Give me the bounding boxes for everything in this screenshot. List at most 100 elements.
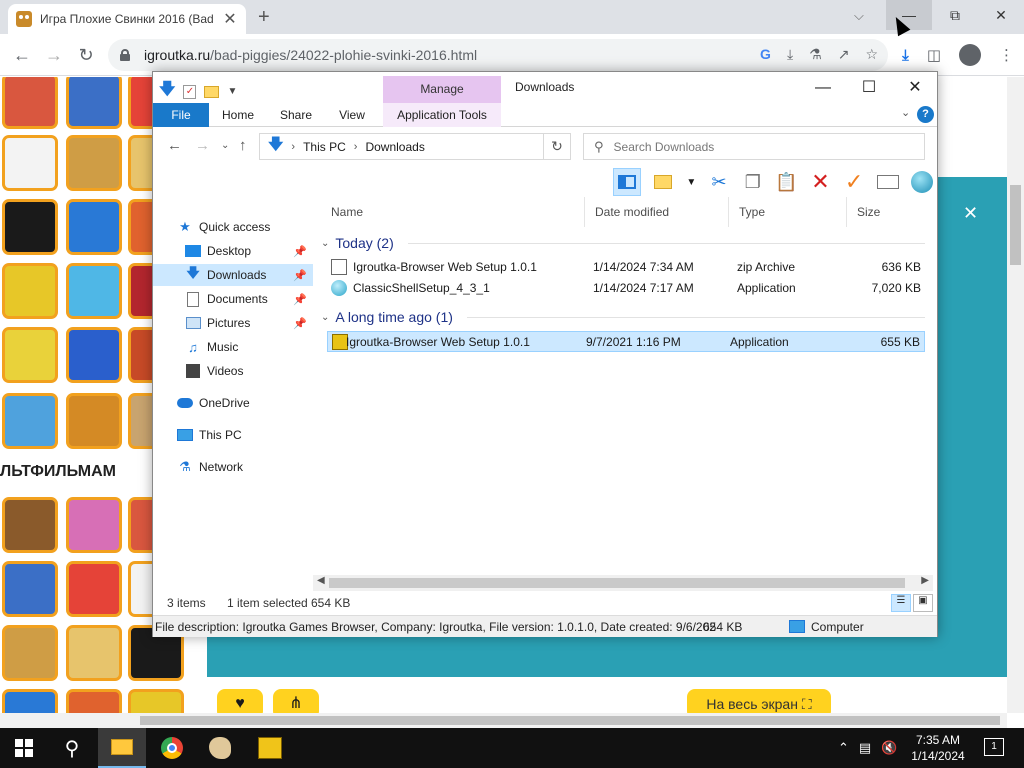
like-button[interactable]: ♥ [217,689,263,713]
rename-button[interactable] [876,171,899,193]
game-thumbnail[interactable] [2,199,58,255]
browser-tab[interactable]: Игра Плохие Свинки 2016 (Bad ✕ [8,4,246,34]
search-input[interactable]: ⚲ Search Downloads [583,133,925,160]
game-thumbnail[interactable] [2,393,58,449]
sidebar-item-onedrive[interactable]: OneDrive [153,392,313,414]
game-thumbnail[interactable] [2,263,58,319]
new-folder-icon[interactable] [204,85,220,98]
breadcrumb-this-pc[interactable]: This PC [303,140,346,154]
chevron-down-icon[interactable]: ⌄ [321,238,329,249]
back-arrow-icon[interactable]: ← [10,43,34,67]
translate-icon[interactable]: ⚗ [809,46,822,63]
help-icon[interactable]: ? [917,106,934,123]
browser-close-button[interactable]: ✕ [978,0,1024,30]
up-arrow-icon[interactable]: ↑ [239,137,247,154]
close-game-icon[interactable]: ✕ [963,203,978,224]
browser-restore-button[interactable]: ⧉ [932,0,978,30]
back-arrow-icon[interactable]: ← [167,137,182,154]
sidebar-item-this-pc[interactable]: This PC [153,424,313,446]
tab-file[interactable]: File [153,103,209,127]
chevron-down-icon[interactable]: ⌄ [321,312,329,323]
paste-icon[interactable]: 📋 [775,171,797,193]
tab-view[interactable]: View [329,103,375,127]
cut-icon[interactable]: ✂ [708,171,730,193]
bookmark-star-icon[interactable]: ☆ [865,46,878,63]
game-thumbnail[interactable] [66,393,122,449]
address-bar[interactable]: igroutka.ru/bad-piggies/24022-plohie-svi… [108,39,888,71]
downloads-icon[interactable]: ⤓ [902,47,909,64]
breadcrumb-downloads[interactable]: Downloads [365,140,424,154]
game-thumbnail[interactable] [2,625,58,681]
game-thumbnail[interactable] [2,689,58,713]
tab-manage[interactable]: Manage [383,76,501,103]
network-status-icon[interactable]: ▤ [859,740,871,756]
sidebar-item-quick-access[interactable]: ★ Quick access [153,216,313,238]
tab-search-icon[interactable]: ⌵ [854,8,864,24]
chevron-right-icon[interactable]: › [354,141,358,153]
game-thumbnail[interactable] [2,77,58,129]
menu-kebab-icon[interactable]: ⋮ [999,46,1014,64]
new-folder-button[interactable] [653,171,675,193]
sidebar-item-downloads[interactable]: 🡇 Downloads 📌 [153,264,313,286]
explorer-maximize-button[interactable]: ☐ [849,76,889,100]
delete-icon[interactable]: ✕ [810,169,832,194]
forward-arrow-icon[interactable]: → [42,43,66,67]
game-thumbnail[interactable] [2,327,58,383]
explorer-close-button[interactable]: ✕ [895,76,935,100]
taskbar-chrome[interactable] [148,728,196,768]
game-thumbnail[interactable] [66,625,122,681]
game-thumbnail[interactable] [66,327,122,383]
forward-arrow-icon[interactable]: → [195,137,210,154]
taskbar-paint[interactable] [196,728,244,768]
tab-share[interactable]: Share [271,103,321,127]
game-thumbnail[interactable] [2,135,58,191]
game-thumbnail[interactable] [66,561,122,617]
pin-icon[interactable]: 📌 [293,293,307,306]
scrollbar-thumb[interactable] [1010,185,1021,265]
sidebar-item-pictures[interactable]: Pictures 📌 [153,312,313,334]
pin-icon[interactable]: 📌 [293,245,307,258]
chevron-right-icon[interactable]: › [291,141,295,153]
share-icon[interactable]: ↗ [838,46,850,63]
side-panel-icon[interactable]: ◫ [927,46,941,64]
install-app-icon[interactable]: ⤓ [787,46,793,63]
game-thumbnail[interactable] [128,689,184,713]
column-header-name[interactable]: Name [321,197,585,227]
fullscreen-button[interactable]: На весь экран ⛶ [687,689,831,713]
taskbar-file-explorer[interactable] [98,728,146,768]
start-button[interactable] [0,728,48,768]
profile-avatar-icon[interactable] [959,44,981,66]
large-icons-view-button[interactable]: ▣ [913,594,933,612]
sidebar-item-desktop[interactable]: Desktop 📌 [153,240,313,262]
lock-icon[interactable] [120,49,130,61]
reload-icon[interactable]: ↻ [74,43,98,67]
file-row-selected[interactable]: Igroutka-Browser Web Setup 1.0.1 9/7/202… [327,331,925,352]
column-header-size[interactable]: Size [847,197,927,227]
page-vertical-scrollbar[interactable] [1007,77,1024,713]
tab-home[interactable]: Home [213,103,263,127]
properties-icon[interactable]: ✓ [183,84,197,99]
scroll-right-icon[interactable]: ▶ [921,575,929,586]
refresh-button[interactable]: ↻ [543,133,571,160]
tab-application-tools[interactable]: Application Tools [383,103,501,127]
sidebar-item-documents[interactable]: Documents 📌 [153,288,313,310]
share-button[interactable]: ⋔ [273,689,319,713]
file-row[interactable]: ClassicShellSetup_4_3_1 1/14/2024 7:17 A… [327,278,925,299]
column-header-type[interactable]: Type [729,197,847,227]
group-header-today[interactable]: ⌄ Today (2) [321,232,925,254]
expand-ribbon-icon[interactable]: ⌄ [901,106,910,119]
game-thumbnail[interactable] [2,497,58,553]
scroll-left-icon[interactable]: ◀ [317,575,325,586]
taskbar-search-button[interactable]: ⚲ [48,728,96,768]
file-list-horizontal-scrollbar[interactable]: ◀ ▶ [313,575,933,591]
game-thumbnail[interactable] [66,689,122,713]
notification-center-icon[interactable]: 1 [984,738,1004,756]
game-thumbnail[interactable] [66,199,122,255]
game-thumbnail[interactable] [66,135,122,191]
explorer-minimize-button[interactable]: — [803,76,843,100]
breadcrumb[interactable]: 🡇 › This PC › Downloads ⌄ [259,133,569,160]
network-button[interactable] [910,171,933,193]
sidebar-item-music[interactable]: ♫ Music [153,336,313,358]
show-hidden-icons-icon[interactable]: ⌃ [838,740,849,756]
game-thumbnail[interactable] [66,77,122,129]
